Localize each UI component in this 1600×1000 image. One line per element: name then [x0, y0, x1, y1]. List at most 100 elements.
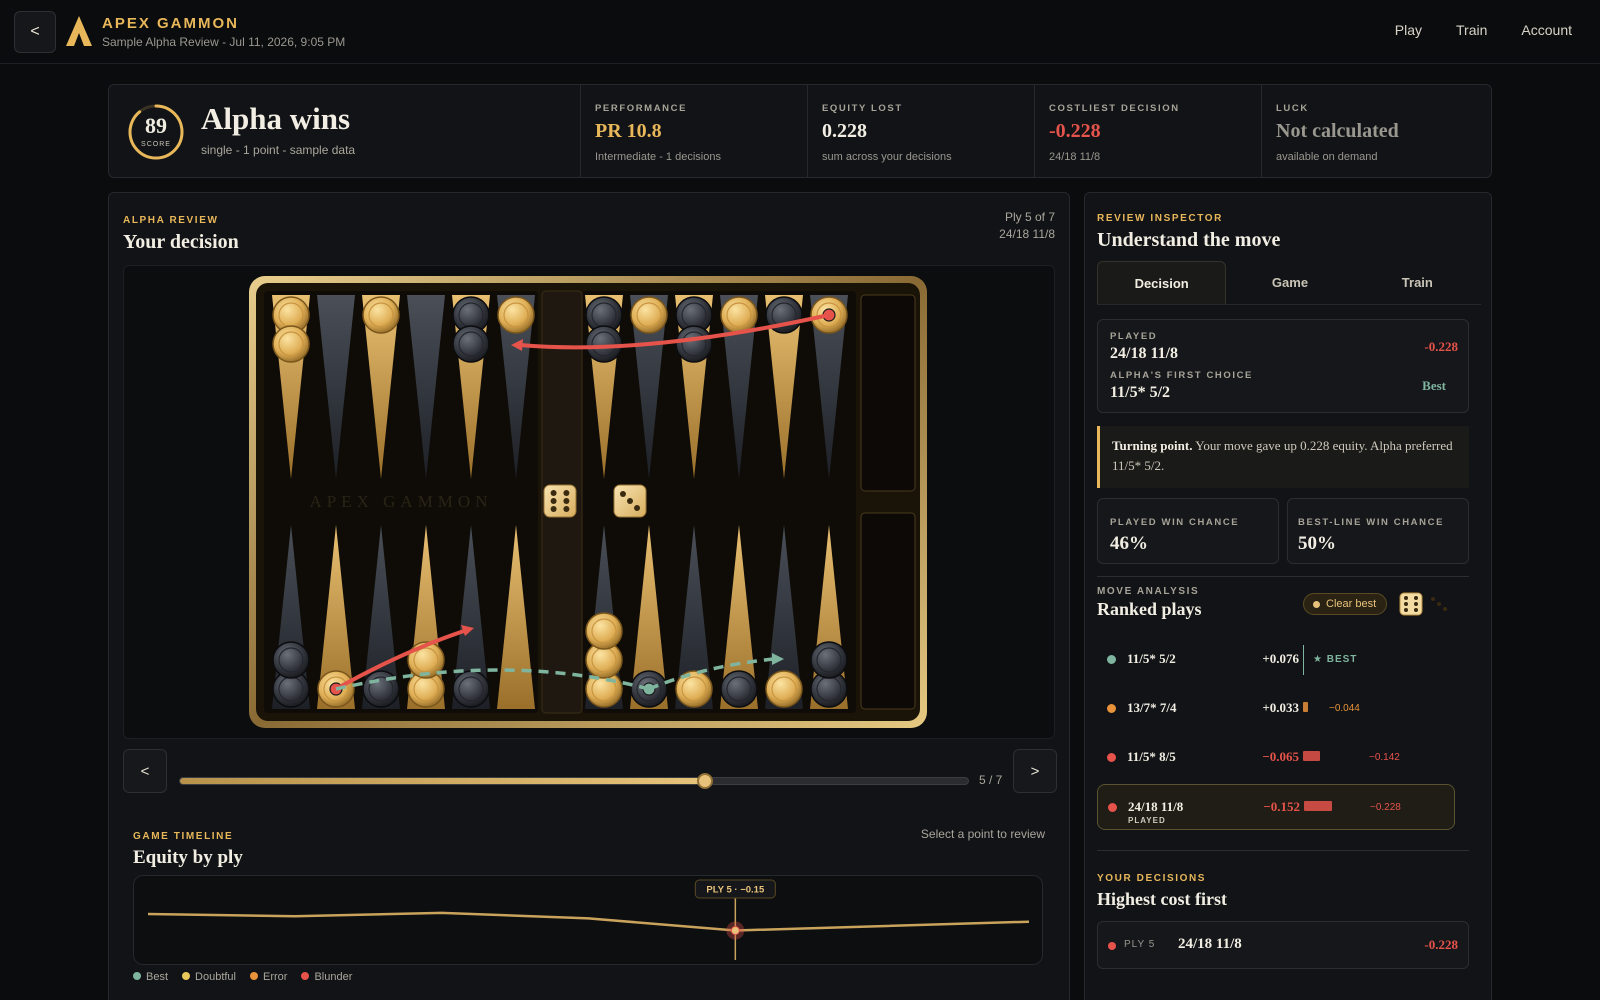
play-delta: −0.228	[1370, 802, 1401, 813]
bear-off-tray-top[interactable]	[860, 294, 916, 492]
inspector-title: Understand the move	[1097, 229, 1281, 251]
play-row[interactable]: 13/7* 7/4 +0.033 −0.044	[1097, 686, 1455, 732]
equity-chart[interactable]: PLY 5 · −0.15	[134, 876, 1044, 966]
play-status-dot	[1108, 803, 1117, 812]
play-delta: −0.142	[1369, 752, 1400, 763]
review-inspector: REVIEW INSPECTOR Understand the move Dec…	[1084, 192, 1492, 1000]
play-row[interactable]: 24/18 11/8 −0.152 −0.228 PLAYED	[1097, 784, 1455, 830]
timeline-marker-label: PLY 5 · −0.15	[706, 885, 765, 896]
backgammon-board[interactable]: APEX GAMMON	[124, 266, 1056, 740]
tab-decision[interactable]: Decision	[1097, 261, 1227, 304]
dark-checker[interactable]	[272, 641, 310, 679]
nav-account[interactable]: Account	[1521, 22, 1572, 38]
play-delta: ★ BEST	[1313, 654, 1358, 665]
decision-ply: PLY 5	[1124, 939, 1156, 950]
equity-loss-bar	[1304, 801, 1332, 811]
gold-checker[interactable]	[497, 296, 535, 334]
divider	[1097, 576, 1469, 577]
play-delta: −0.044	[1329, 703, 1360, 714]
stat-value[interactable]: Not calculated	[1276, 120, 1475, 143]
play-move: 11/5* 8/5	[1127, 749, 1176, 764]
legend-doubtful: Doubtful	[182, 971, 236, 983]
dark-checker[interactable]	[720, 670, 758, 708]
brand-name: APEX GAMMON	[102, 15, 240, 32]
back-button[interactable]: <	[14, 11, 56, 53]
ply-counter: Ply 5 of 7	[1004, 210, 1055, 224]
alpha-choice-tag: Best	[1422, 378, 1446, 393]
ply-count: 5 / 7	[979, 773, 1003, 787]
dark-checker[interactable]	[452, 670, 490, 708]
dark-checker[interactable]	[452, 325, 490, 363]
gold-checker[interactable]	[362, 296, 400, 334]
ply-info: Ply 5 of 7 24/18 11/8	[999, 209, 1055, 243]
tab-train[interactable]: Train	[1354, 261, 1481, 304]
tab-game[interactable]: Game	[1226, 261, 1353, 304]
play-equity: +0.076	[1262, 651, 1299, 666]
best-win-value: 50%	[1298, 533, 1336, 554]
gold-checker[interactable]	[720, 296, 758, 334]
played-tag: PLAYED	[1128, 816, 1166, 825]
selected-point[interactable]	[730, 926, 740, 935]
gold-checker[interactable]	[272, 325, 310, 363]
decisions-title: Highest cost first	[1097, 889, 1227, 909]
stat-sub: available on demand	[1276, 151, 1378, 163]
legend-blunder: Blunder	[301, 971, 352, 983]
stat-equity-lost: EQUITY LOST 0.228 sum across your decisi…	[808, 85, 1035, 177]
decision-row[interactable]: PLY 5 24/18 11/8 -0.228	[1097, 921, 1469, 969]
divider	[1097, 850, 1469, 851]
play-row[interactable]: 11/5* 5/2 +0.076 ★ BEST	[1097, 637, 1455, 683]
inspector-tabs: Decision Game Train	[1097, 261, 1481, 305]
turning-point-heading: Turning point.	[1112, 438, 1193, 453]
match-summary: 89 SCORE Alpha wins single - 1 point - s…	[108, 84, 1492, 178]
board-watermark: APEX GAMMON	[310, 492, 493, 511]
bear-off-tray-bottom[interactable]	[860, 512, 916, 710]
clear-best-button[interactable]: Clear best	[1303, 593, 1388, 615]
decision-move: 24/18 11/8	[1178, 936, 1242, 952]
stat-luck: LUCK Not calculated available on demand	[1262, 85, 1489, 177]
play-status-dot	[1107, 704, 1116, 713]
result-block: 89 SCORE Alpha wins single - 1 point - s…	[109, 85, 581, 177]
equity-loss-bar	[1303, 702, 1308, 712]
dark-checker[interactable]	[810, 641, 848, 679]
nav-train[interactable]: Train	[1456, 22, 1487, 38]
gold-checker[interactable]	[630, 296, 668, 334]
analysis-title: Ranked plays	[1097, 599, 1202, 619]
best-win-label: BEST-LINE WIN CHANCE	[1298, 517, 1444, 528]
stat-performance: PERFORMANCE PR 10.8 Intermediate - 1 dec…	[581, 85, 808, 177]
ply-slider[interactable]	[179, 773, 969, 789]
stat-sub: 24/18 11/8	[1049, 151, 1101, 163]
review-panel: ALPHA REVIEW Your decision Ply 5 of 7 24…	[108, 192, 1070, 1000]
stat-label: COSTLIEST DECISION	[1049, 103, 1180, 114]
equity-timeline[interactable]: PLY 5 · −0.15	[133, 875, 1043, 965]
play-move: 13/7* 7/4	[1127, 700, 1177, 715]
review-title: Your decision	[123, 231, 239, 253]
play-row[interactable]: 11/5* 8/5 −0.065 −0.142	[1097, 735, 1455, 781]
slider-thumb[interactable]	[697, 773, 714, 789]
played-label: PLAYED	[1110, 331, 1158, 342]
result-subtitle: single - 1 point - sample data	[201, 143, 356, 157]
nav-play[interactable]: Play	[1395, 22, 1422, 38]
played-win-chance-card: PLAYED WIN CHANCE 46%	[1097, 498, 1279, 564]
equity-loss-bar	[1303, 751, 1320, 761]
dark-checker[interactable]	[675, 325, 713, 363]
stat-label: PERFORMANCE	[595, 103, 688, 114]
stat-sub: Intermediate - 1 decisions	[595, 151, 721, 163]
gold-checker[interactable]	[765, 670, 803, 708]
stat-value: -0.228	[1049, 120, 1101, 142]
timeline-label: GAME TIMELINE	[133, 831, 234, 842]
best-win-chance-card: BEST-LINE WIN CHANCE 50%	[1287, 498, 1469, 564]
timeline-hint: Select a point to review	[920, 827, 1045, 841]
review-label: ALPHA REVIEW	[123, 215, 219, 226]
board-area: APEX GAMMON	[123, 265, 1055, 739]
prev-ply-button[interactable]: <	[123, 749, 167, 793]
play-equity: −0.152	[1263, 799, 1300, 814]
played-move: 24/18 11/8	[1110, 345, 1179, 362]
play-equity: +0.033	[1262, 700, 1299, 715]
gold-checker[interactable]	[585, 612, 623, 650]
turning-point-callout: Turning point. Your move gave up 0.228 e…	[1097, 426, 1469, 488]
timeline-title: Equity by ply	[133, 847, 243, 868]
dark-checker[interactable]	[585, 325, 623, 363]
play-status-dot	[1107, 655, 1116, 664]
next-ply-button[interactable]: >	[1013, 749, 1057, 793]
top-bar: < APEX GAMMON Sample Alpha Review - Jul …	[0, 0, 1600, 64]
